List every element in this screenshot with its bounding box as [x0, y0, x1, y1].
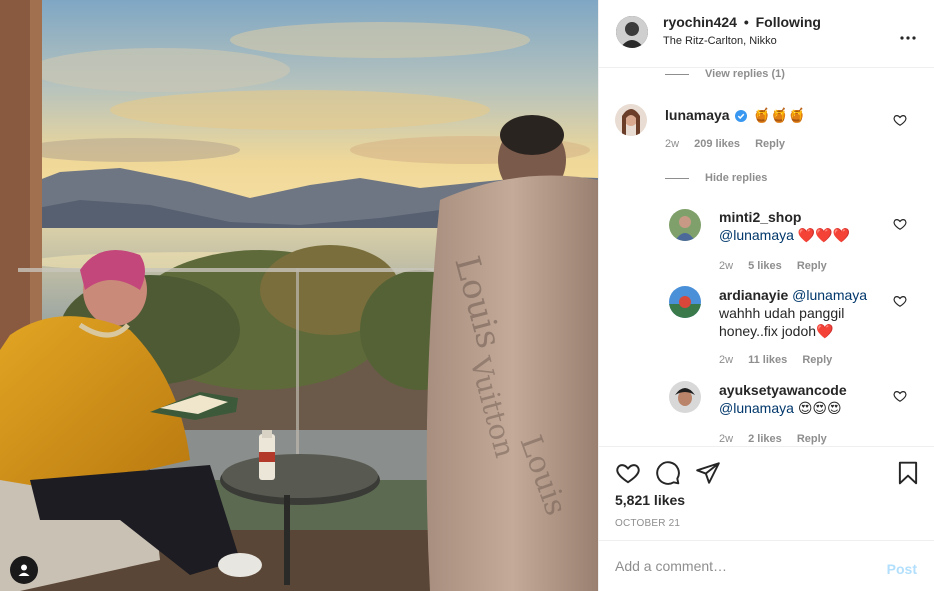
reply-body: wahhh udah panggil honey..fix jodoh❤️ — [719, 305, 845, 339]
reply-button[interactable]: Reply — [802, 354, 832, 366]
more-options-button[interactable] — [896, 22, 920, 46]
hide-replies-label: Hide replies — [705, 172, 768, 184]
reply-likes[interactable]: 11 likes — [748, 354, 787, 366]
reply-like-heart-icon[interactable] — [893, 389, 907, 403]
reply-like-heart-icon[interactable] — [893, 217, 907, 231]
comment-input[interactable] — [615, 555, 865, 577]
reply-body: ❤️❤️❤️ — [797, 227, 851, 243]
comment-likes[interactable]: 209 likes — [694, 138, 740, 150]
comment-body: 🍯🍯🍯 — [753, 107, 806, 123]
reply-username[interactable]: minti2_shop — [719, 209, 801, 225]
post-sidebar: ryochin424 • Following The Ritz-Carlton,… — [598, 0, 934, 591]
heart-icon[interactable] — [615, 460, 641, 486]
comment-username[interactable]: lunamaya — [665, 107, 730, 123]
view-replies-button[interactable]: View replies (1) — [665, 68, 785, 80]
reply-body: 😍😍😍 — [797, 400, 842, 416]
reply-meta: 2w 5 likes Reply — [719, 260, 839, 272]
reply-age[interactable]: 2w — [719, 433, 733, 445]
reply-avatar[interactable] — [669, 381, 701, 413]
comment-text: lunamaya 🍯🍯🍯 — [665, 106, 887, 126]
reply-likes[interactable]: 2 likes — [748, 433, 782, 445]
user-icon — [17, 563, 31, 577]
post-location[interactable]: The Ritz-Carlton, Nikko — [663, 35, 777, 47]
divider-line — [665, 73, 689, 75]
comment-icon[interactable] — [655, 460, 681, 486]
reply-avatar[interactable] — [669, 286, 701, 318]
reply-username[interactable]: ardianayie — [719, 287, 788, 303]
comment-age[interactable]: 2w — [665, 138, 679, 150]
header-separator: • — [743, 14, 749, 30]
more-horizontal-icon — [900, 24, 916, 45]
tagged-users-button[interactable] — [10, 556, 38, 584]
reply-avatar[interactable] — [669, 209, 701, 241]
post-date[interactable]: OCTOBER 21 — [615, 518, 680, 529]
post-photo[interactable]: Louis Vuitton Louis — [0, 0, 598, 591]
reply-button[interactable]: Reply — [797, 433, 827, 445]
reply-text: ardianayie @lunamaya wahhh udah panggil … — [719, 286, 891, 340]
reply-age[interactable]: 2w — [719, 260, 733, 272]
comment-avatar[interactable] — [615, 104, 647, 136]
verified-badge-icon — [735, 108, 748, 126]
post-header-line: ryochin424 • Following — [663, 14, 821, 30]
reply-text: ayuksetyawancode @lunamaya 😍😍😍 — [719, 381, 891, 417]
comments-list[interactable]: View replies (1) lunamaya 🍯🍯🍯 2w 209 lik… — [599, 68, 934, 446]
reply-like-heart-icon[interactable] — [893, 294, 907, 308]
comment-like-heart-icon[interactable] — [893, 113, 907, 127]
reply-text: minti2_shop @lunamaya ❤️❤️❤️ — [719, 208, 891, 244]
view-replies-label: View replies (1) — [705, 68, 785, 80]
reply-meta: 2w 11 likes Reply — [719, 354, 844, 366]
author-avatar[interactable] — [616, 16, 648, 48]
follow-status-button[interactable]: Following — [756, 14, 821, 30]
reply-mention[interactable]: @lunamaya — [792, 287, 867, 303]
author-username[interactable]: ryochin424 — [663, 14, 737, 30]
reply-meta: 2w 2 likes Reply — [719, 433, 839, 445]
post-actions: 5,821 likes OCTOBER 21 — [599, 446, 934, 540]
paper-plane-icon[interactable] — [695, 460, 721, 486]
reply-mention[interactable]: @lunamaya — [719, 400, 794, 416]
post-header: ryochin424 • Following The Ritz-Carlton,… — [599, 0, 934, 68]
reply-age[interactable]: 2w — [719, 354, 733, 366]
comment-meta: 2w 209 likes Reply — [665, 138, 797, 150]
bookmark-icon[interactable] — [895, 460, 921, 486]
likes-count[interactable]: 5,821 likes — [615, 492, 685, 508]
reply-username[interactable]: ayuksetyawancode — [719, 382, 847, 398]
reply-likes[interactable]: 5 likes — [748, 260, 782, 272]
add-comment-bar: Post — [599, 540, 934, 591]
hide-replies-button[interactable]: Hide replies — [665, 172, 767, 184]
post-image: Louis Vuitton Louis — [0, 0, 598, 591]
reply-button[interactable]: Reply — [755, 138, 785, 150]
post-comment-button[interactable]: Post — [887, 561, 917, 577]
reply-mention[interactable]: @lunamaya — [719, 227, 794, 243]
reply-button[interactable]: Reply — [797, 260, 827, 272]
divider-line — [665, 177, 689, 179]
